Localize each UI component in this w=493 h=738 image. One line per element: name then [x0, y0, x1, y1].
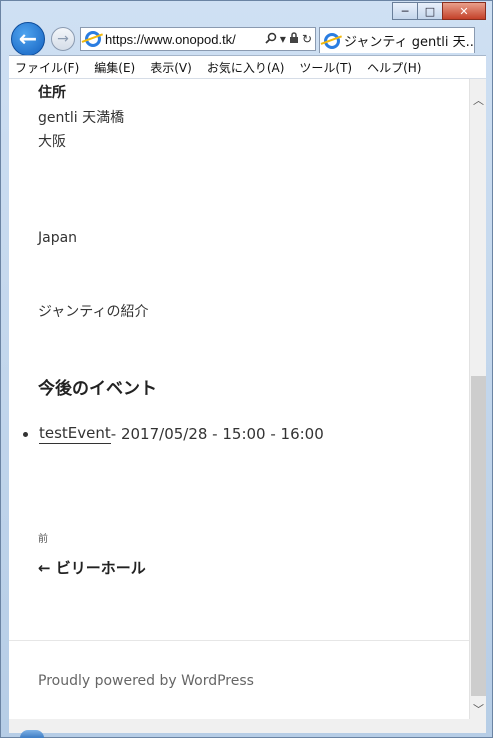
browser-window: ─ □ ✕ ← → https://www.onopod.tk/ ▾ ↻ ジャン… [0, 0, 493, 738]
close-window-button[interactable]: ✕ [442, 2, 486, 20]
caption-buttons: ─ □ ✕ [392, 2, 486, 20]
tab-active[interactable]: ジャンティ gentli 天... ✕ [319, 27, 475, 53]
taskbar-icon [20, 730, 44, 738]
vertical-scrollbar[interactable]: ︿ ﹀ [469, 79, 486, 719]
tab-title: ジャンティ gentli 天... [344, 35, 475, 50]
ie-icon [324, 32, 340, 49]
event-details: - 2017/05/28 - 15:00 - 16:00 [110, 425, 324, 443]
address-url[interactable]: https://www.onopod.tk/ [105, 32, 265, 47]
menu-bar: ファイル(F) 編集(E) 表示(V) お気に入り(A) ツール(T) ヘルプ(… [9, 55, 486, 79]
address-line-venue: gentli 天満橋 [38, 110, 125, 126]
menu-item-edit[interactable]: 編集(E) [94, 59, 135, 76]
menu-item-tools[interactable]: ツール(T) [299, 59, 352, 76]
address-bar-icons: ▾ ↻ [265, 31, 315, 47]
divider [9, 640, 469, 641]
scroll-up-icon[interactable]: ︿ [470, 91, 487, 108]
maximize-button[interactable]: □ [417, 2, 443, 20]
refresh-icon[interactable]: ↻ [302, 32, 312, 46]
events-heading: 今後のイベント [38, 379, 157, 399]
menu-item-view[interactable]: 表示(V) [150, 59, 192, 76]
minimize-button[interactable]: ─ [392, 2, 418, 20]
search-icon[interactable] [265, 32, 277, 47]
menu-item-favorites[interactable]: お気に入り(A) [207, 59, 285, 76]
ie-icon [85, 31, 101, 47]
address-line-city: 大阪 [38, 134, 66, 150]
page-content: 住所 gentli 天満橋 大阪 Japan ジャンティの紹介 今後のイベント … [9, 79, 469, 719]
scrollbar-thumb[interactable] [471, 376, 486, 696]
address-line-country: Japan [38, 230, 78, 246]
lock-icon[interactable] [289, 31, 299, 47]
forward-arrow-icon: → [57, 31, 69, 47]
forward-button[interactable]: → [51, 27, 75, 51]
back-button[interactable]: ← [11, 22, 45, 56]
menu-item-file[interactable]: ファイル(F) [15, 59, 79, 76]
menu-item-help[interactable]: ヘルプ(H) [367, 59, 421, 76]
dropdown-icon[interactable]: ▾ [280, 32, 286, 46]
scroll-down-icon[interactable]: ﹀ [470, 700, 487, 717]
bullet-icon [23, 431, 28, 437]
address-bar[interactable]: https://www.onopod.tk/ ▾ ↻ [80, 27, 316, 51]
venue-description: ジャンティの紹介 [38, 304, 149, 320]
address-heading: 住所 [38, 85, 66, 101]
prev-post-link[interactable]: ← ビリーホール [38, 557, 146, 578]
event-link[interactable]: testEvent [39, 424, 111, 444]
footer-credit[interactable]: Proudly powered by WordPress [38, 673, 254, 689]
status-bar [9, 719, 486, 733]
prev-label: 前 [38, 534, 48, 545]
back-arrow-icon: ← [18, 26, 38, 52]
list-item: testEvent - 2017/05/28 - 15:00 - 16:00 [23, 424, 324, 444]
